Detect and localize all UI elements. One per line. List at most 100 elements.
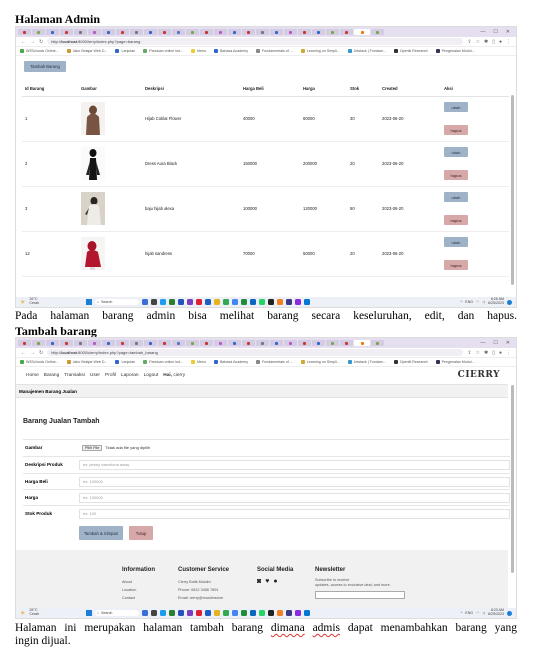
notification-icon[interactable] xyxy=(507,299,512,305)
app-icon[interactable] xyxy=(277,299,283,305)
choose-file-button[interactable]: Pilih File xyxy=(82,444,103,451)
wifi-icon[interactable]: ◠ xyxy=(476,300,479,304)
forward-icon[interactable]: → xyxy=(30,350,35,356)
bookmark-item[interactable]: Lanjutan xyxy=(115,360,135,364)
app-icon[interactable] xyxy=(187,299,193,305)
app-icon[interactable] xyxy=(295,299,301,305)
app-icon[interactable] xyxy=(286,610,292,616)
extensions-icon[interactable]: ✱ xyxy=(484,39,488,45)
app-icon[interactable] xyxy=(259,299,265,305)
url-field[interactable]: http://localhost:8000/ierry/index.php?pa… xyxy=(47,38,464,45)
add-save-button[interactable]: Tambah & Simpan xyxy=(79,526,123,540)
bookmark-item[interactable]: Jalur Belajar Web D... xyxy=(66,49,107,53)
extensions-icon[interactable]: ✱ xyxy=(484,350,488,356)
app-icon[interactable] xyxy=(196,299,202,305)
bookmark-item[interactable]: Bahasa Academy xyxy=(214,49,248,53)
app-icon[interactable] xyxy=(142,299,148,305)
delete-button[interactable]: hapus xyxy=(444,170,468,180)
reload-icon[interactable]: ↻ xyxy=(39,39,43,45)
bookmark-item[interactable]: Pengenalan Modul... xyxy=(435,49,475,53)
edit-button[interactable]: ubah xyxy=(444,237,468,247)
newsletter-email-input[interactable] xyxy=(315,591,405,599)
nav-logout[interactable]: Logout xyxy=(144,373,159,378)
window-controls[interactable]: — ☐ ✕ xyxy=(480,29,516,35)
app-icon[interactable] xyxy=(187,610,193,616)
app-icon[interactable] xyxy=(241,610,247,616)
nav-barang[interactable]: Barang xyxy=(44,373,59,378)
nav-user[interactable]: User xyxy=(90,373,100,378)
tray-chevron-icon[interactable]: ^ xyxy=(461,300,463,304)
volume-icon[interactable]: ◁ xyxy=(482,611,485,615)
weather-widget[interactable]: 26°C Cerah xyxy=(29,297,39,306)
edit-button[interactable]: ubah xyxy=(444,192,468,202)
menu-icon[interactable]: ⋮ xyxy=(506,350,511,356)
app-icon[interactable] xyxy=(205,299,211,305)
back-icon[interactable]: ← xyxy=(21,350,26,356)
description-input[interactable]: ex: jersey barcelona away xyxy=(79,459,510,470)
app-icon[interactable] xyxy=(214,610,220,616)
instagram-icon[interactable]: ◙ xyxy=(257,578,261,586)
tray-chevron-icon[interactable]: ^ xyxy=(461,611,463,615)
start-icon[interactable] xyxy=(86,299,92,305)
bookmark-item[interactable]: Panduan online ind... xyxy=(143,49,183,53)
bookmark-item[interactable]: Jetstack | Fundam... xyxy=(347,49,386,53)
stock-input[interactable]: ex: 100 xyxy=(79,508,510,519)
delete-button[interactable]: hapus xyxy=(444,260,468,270)
bookmark-item[interactable]: Menu xyxy=(191,360,206,364)
brand-logo[interactable]: CIERRY xyxy=(458,370,500,380)
app-icon[interactable] xyxy=(250,610,256,616)
bookmark-item[interactable]: W3Schools Online... xyxy=(20,49,59,53)
app-icon[interactable] xyxy=(142,610,148,616)
app-icon[interactable] xyxy=(250,299,256,305)
app-icon[interactable] xyxy=(268,299,274,305)
star-icon[interactable]: ☆ xyxy=(476,350,480,356)
image-file-input[interactable]: Pilih File Tidak ada file yang dipilih xyxy=(79,443,510,453)
wifi-icon[interactable]: ◠ xyxy=(476,611,479,615)
reload-icon[interactable]: ↻ xyxy=(39,350,43,356)
weather-widget[interactable]: 26°C Cerah xyxy=(29,608,39,617)
nav-transaksi[interactable]: Transaksi xyxy=(64,373,85,378)
bookmark-item[interactable]: Pengenalan Modul... xyxy=(435,360,475,364)
profile-icon[interactable]: ● xyxy=(499,350,502,356)
bookmark-item[interactable]: Learning on Simpli... xyxy=(300,49,340,53)
app-icon[interactable] xyxy=(277,610,283,616)
forward-icon[interactable]: → xyxy=(30,39,35,45)
notification-icon[interactable] xyxy=(507,610,512,616)
app-icon[interactable] xyxy=(232,610,238,616)
url-field[interactable]: http://localhost:8000/cierry/index.php?p… xyxy=(47,349,464,356)
menu-icon[interactable]: ⋮ xyxy=(506,39,511,45)
app-icon[interactable] xyxy=(196,610,202,616)
app-icon[interactable] xyxy=(214,299,220,305)
taskbar-search[interactable]: ⌕ Search xyxy=(95,610,139,616)
footer-link-location[interactable]: Location xyxy=(122,586,155,594)
bookmark-item[interactable]: Fundamentals of ... xyxy=(256,360,293,364)
nav-laporan[interactable]: Laporan xyxy=(121,373,139,378)
nav-home[interactable]: Home xyxy=(26,373,39,378)
price-input[interactable]: ex: 130000 xyxy=(79,492,510,503)
app-icon[interactable] xyxy=(169,299,175,305)
share-icon[interactable]: ⇪ xyxy=(467,39,471,45)
delete-button[interactable]: hapus xyxy=(444,215,468,225)
browser-tab-strip[interactable]: — ☐ ✕ xyxy=(16,27,516,37)
bookmark-item[interactable]: Jetstack | Fundam... xyxy=(347,360,386,364)
app-icon[interactable] xyxy=(151,299,157,305)
delete-button[interactable]: hapus xyxy=(444,125,468,135)
app-icon[interactable] xyxy=(178,610,184,616)
app-icon[interactable] xyxy=(205,610,211,616)
app-icon[interactable] xyxy=(304,299,310,305)
bookmark-item[interactable]: Menu xyxy=(191,49,206,53)
window-controls[interactable]: — ☐ ✕ xyxy=(480,340,516,346)
footer-link-contact[interactable]: Contact xyxy=(122,594,155,602)
app-icon[interactable] xyxy=(178,299,184,305)
twitter-icon[interactable]: ♥ xyxy=(265,578,269,586)
app-icon[interactable] xyxy=(169,610,175,616)
facebook-icon[interactable]: ● xyxy=(273,578,277,586)
app-icon[interactable] xyxy=(151,610,157,616)
page-scrollbar[interactable] xyxy=(511,95,514,285)
star-icon[interactable]: ☆ xyxy=(476,39,480,45)
share-icon[interactable]: ⇪ xyxy=(467,350,471,356)
sidebar-icon[interactable]: ▯ xyxy=(492,39,495,45)
app-icon[interactable] xyxy=(286,299,292,305)
app-icon[interactable] xyxy=(304,610,310,616)
bookmark-item[interactable]: Lanjutan xyxy=(115,49,135,53)
